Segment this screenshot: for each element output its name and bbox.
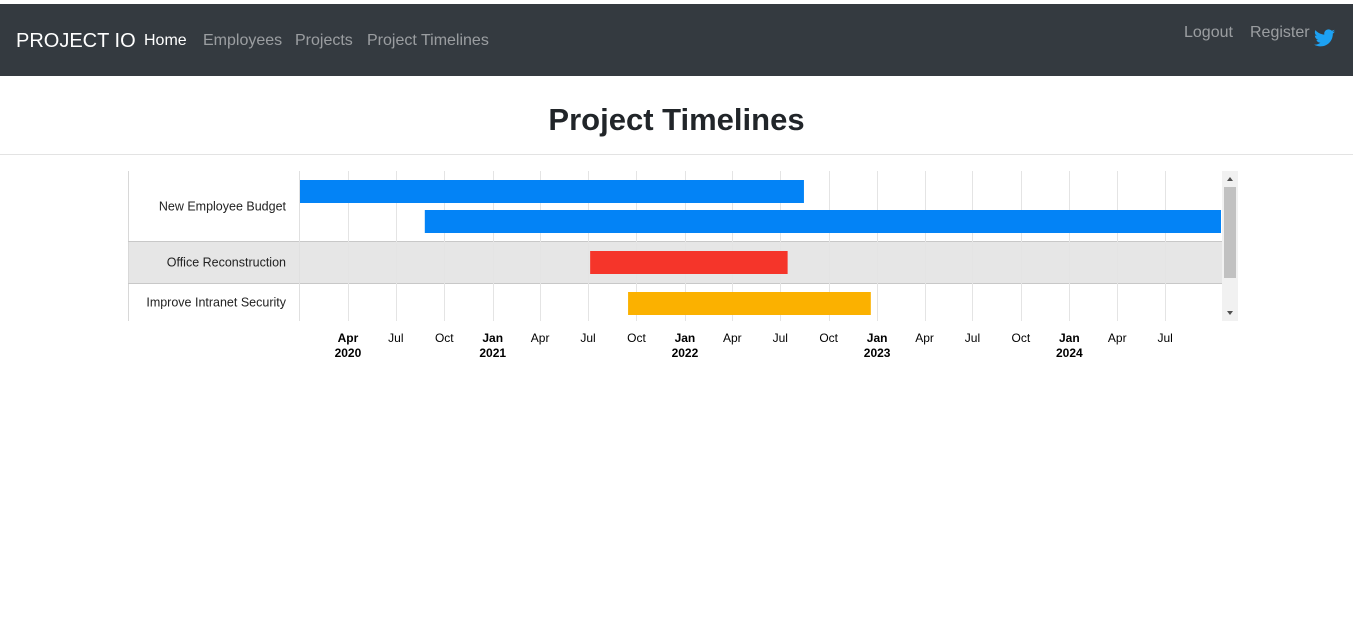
title-divider bbox=[0, 154, 1353, 155]
x-tick-year-label: 2024 bbox=[1056, 346, 1083, 360]
timeline-row-label: Office Reconstruction bbox=[167, 256, 286, 270]
x-tick-label: Jan bbox=[675, 331, 696, 345]
nav-home[interactable]: Home bbox=[144, 31, 187, 51]
nav-projects[interactable]: Projects bbox=[295, 31, 353, 51]
x-tick-label: Jul bbox=[1158, 331, 1173, 345]
twitter-icon[interactable] bbox=[1314, 29, 1335, 47]
register-link[interactable]: Register bbox=[1250, 23, 1310, 43]
timeline-chart-svg: New Employee Budget Office Reconstruction… bbox=[128, 171, 1222, 321]
timeline-bar[interactable] bbox=[628, 292, 871, 315]
scroll-down-arrow-icon[interactable] bbox=[1222, 306, 1238, 320]
timeline-bar[interactable] bbox=[590, 251, 788, 274]
navbar: PROJECT IO Home Employees Projects Proje… bbox=[0, 4, 1353, 76]
x-tick-year-label: 2021 bbox=[479, 346, 506, 360]
x-tick-label: Oct bbox=[627, 331, 646, 345]
x-tick-label: Jan bbox=[1059, 331, 1080, 345]
timeline-chart: New Employee Budget Office Reconstruction… bbox=[128, 171, 1238, 321]
x-tick-year-label: 2020 bbox=[335, 346, 362, 360]
x-tick-label: Oct bbox=[1012, 331, 1031, 345]
x-tick-label: Jul bbox=[580, 331, 595, 345]
timeline-row-label: New Employee Budget bbox=[159, 200, 287, 214]
x-tick-label: Apr bbox=[338, 331, 359, 345]
x-tick-label: Jan bbox=[867, 331, 888, 345]
x-tick-label: Oct bbox=[819, 331, 838, 345]
x-tick-label: Apr bbox=[1108, 331, 1127, 345]
x-tick-year-label: 2022 bbox=[672, 346, 699, 360]
timeline-bar[interactable] bbox=[300, 180, 804, 203]
x-tick-label: Jul bbox=[965, 331, 980, 345]
x-tick-label: Apr bbox=[915, 331, 934, 345]
nav-project-timelines[interactable]: Project Timelines bbox=[367, 31, 489, 51]
x-tick-label: Jan bbox=[482, 331, 503, 345]
timeline-bar[interactable] bbox=[424, 210, 1221, 233]
brand-logo[interactable]: PROJECT IO bbox=[16, 29, 136, 53]
x-tick-year-label: 2023 bbox=[864, 346, 891, 360]
timeline-row-label: Improve Intranet Security bbox=[146, 296, 286, 310]
x-tick-label: Apr bbox=[531, 331, 550, 345]
x-tick-label: Apr bbox=[723, 331, 742, 345]
x-tick-label: Jul bbox=[773, 331, 788, 345]
timeline-x-axis: Apr2020Jul Oct Jan2021Apr Jul Oct Jan2022Apr J… bbox=[335, 331, 1173, 360]
page-title: Project Timelines bbox=[548, 102, 805, 137]
x-tick-label: Oct bbox=[435, 331, 454, 345]
x-tick-label: Jul bbox=[388, 331, 403, 345]
nav-employees[interactable]: Employees bbox=[203, 31, 282, 51]
logout-link[interactable]: Logout bbox=[1184, 23, 1233, 43]
chart-scrollbar-thumb[interactable] bbox=[1224, 187, 1236, 278]
scroll-up-arrow-icon[interactable] bbox=[1222, 172, 1238, 186]
